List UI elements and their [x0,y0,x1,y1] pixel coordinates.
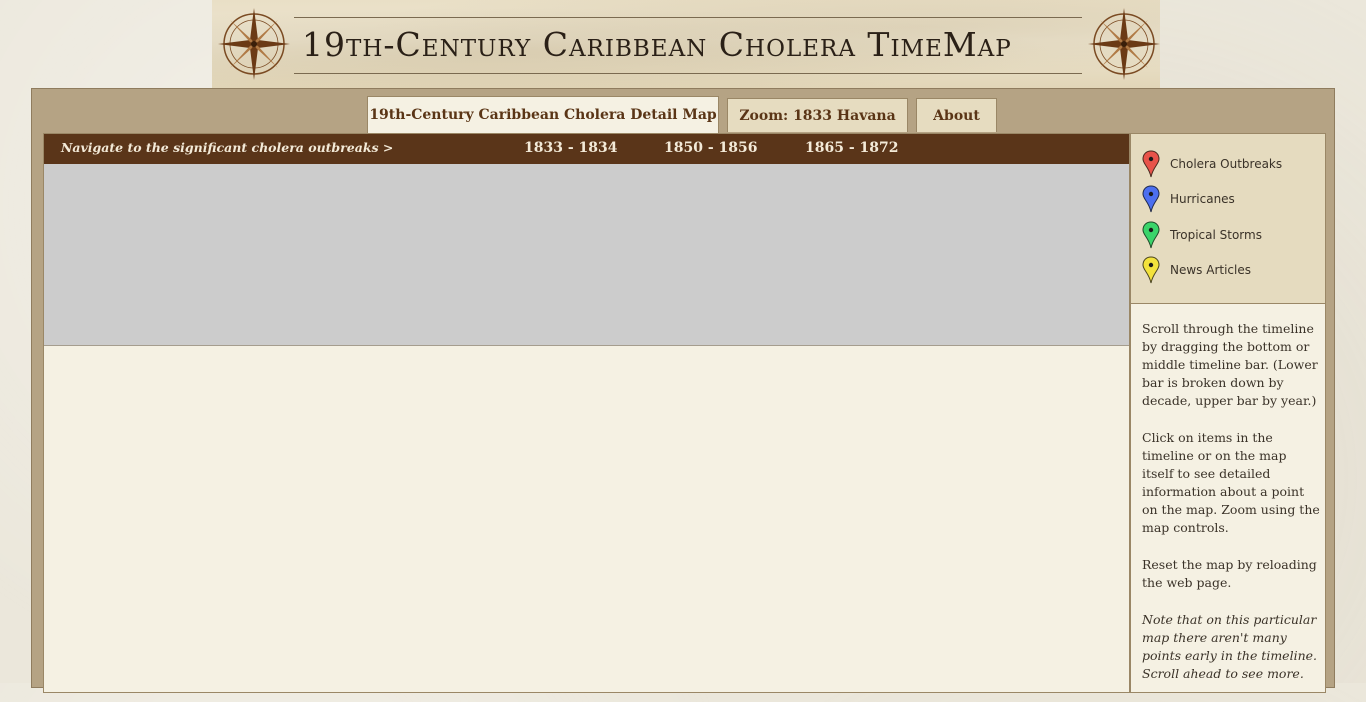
help-paragraph-reset: Reset the map by reloading the web page. [1142,557,1317,590]
help-paragraph-scroll: Scroll through the timeline by dragging … [1142,321,1318,408]
tab-zoom-havana[interactable]: Zoom: 1833 Havana [727,98,908,132]
sidebar: Cholera Outbreaks Hurricanes Tropical St… [1130,133,1326,693]
nav-prompt: Navigate to the significant cholera outb… [61,140,394,155]
legend-label: Cholera Outbreaks [1170,157,1283,171]
legend-item-cholera: Cholera Outbreaks [1142,150,1322,178]
map-area: Navigate to the significant cholera outb… [43,133,1130,693]
help-text: Scroll through the timeline by dragging … [1142,320,1320,702]
tab-detail-map[interactable]: 19th-Century Caribbean Cholera Detail Ma… [367,96,719,133]
legend-label: News Articles [1170,263,1251,277]
green-pin-icon [1142,221,1160,249]
legend-label: Hurricanes [1170,192,1235,206]
legend-item-hurricanes: Hurricanes [1142,185,1322,213]
nav-link-1865-1872[interactable]: 1865 - 1872 [805,134,899,162]
header-rule-top [294,17,1082,18]
legend-item-news: News Articles [1142,256,1322,284]
tab-about[interactable]: About [916,98,997,132]
compass-rose-icon [1088,8,1160,80]
legend: Cholera Outbreaks Hurricanes Tropical St… [1131,134,1325,304]
compass-rose-icon [218,8,290,80]
help-note: Note that on this particular map there a… [1142,612,1317,681]
main-frame: 19th-Century Caribbean Cholera Detail Ma… [31,88,1335,693]
help-paragraph-click: Click on items in the timeline or on the… [1142,430,1320,535]
site-title: 19th-Century Caribbean Cholera TimeMap [302,25,1012,64]
outbreak-nav-bar: Navigate to the significant cholera outb… [44,134,1129,164]
timeline-canvas[interactable] [44,346,1129,692]
header-rule-bottom [294,73,1082,74]
legend-item-tropical-storms: Tropical Storms [1142,221,1322,249]
nav-link-1850-1856[interactable]: 1850 - 1856 [664,134,758,162]
red-pin-icon [1142,150,1160,178]
yellow-pin-icon [1142,256,1160,284]
map-canvas[interactable] [44,164,1129,346]
legend-label: Tropical Storms [1170,228,1262,242]
site-header: 19th-Century Caribbean Cholera TimeMap [212,0,1160,88]
blue-pin-icon [1142,185,1160,213]
nav-link-1833-1834[interactable]: 1833 - 1834 [524,134,618,162]
